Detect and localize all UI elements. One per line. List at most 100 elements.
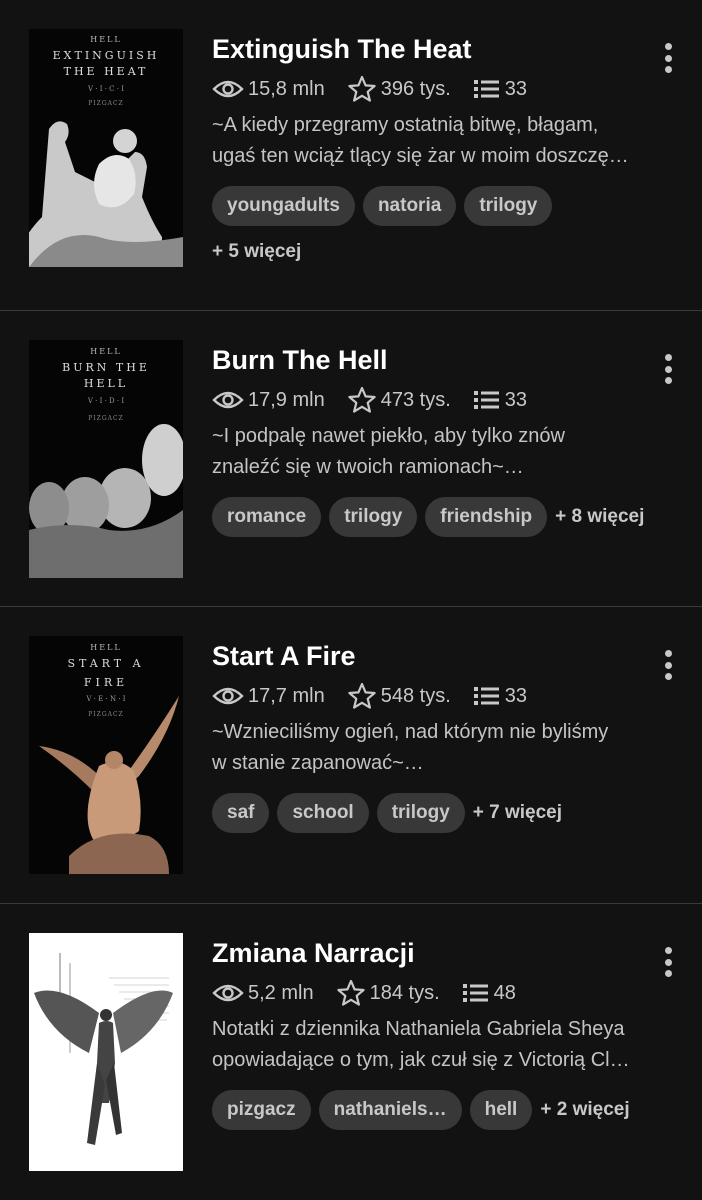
cover-title-line: FIRE	[84, 676, 128, 689]
reads-count: 15,8 mln	[248, 77, 325, 100]
story-stats: 17,9 mln 473 tys. 33	[212, 385, 674, 415]
description-line: w stanie zapanować~…	[212, 752, 424, 774]
more-tags-link[interactable]: + 8 więcej	[555, 497, 644, 537]
more-tags-link[interactable]: + 5 więcej	[212, 232, 674, 272]
story-description: ~A kiedy przegramy ostatnią bitwę, błaga…	[212, 110, 672, 172]
tag-chip[interactable]: school	[277, 793, 369, 833]
cover-letters: V · I · C · I	[87, 85, 124, 93]
story-title[interactable]: Zmiana Narracji	[212, 936, 674, 970]
reads-stat: 17,9 mln	[212, 389, 325, 412]
cover-author: PIZGACZ	[88, 100, 123, 107]
description-line: ~A kiedy przegramy ostatnią bitwę, błaga…	[212, 114, 599, 136]
cover-author: PIZGACZ	[88, 415, 123, 422]
cover-hell-text: HELL	[90, 347, 121, 356]
tag-chip[interactable]: trilogy	[464, 186, 553, 226]
reads-stat: 5,2 mln	[212, 982, 314, 1005]
cover-letters: V · I · D · I	[87, 397, 124, 405]
votes-count: 548 tys.	[380, 684, 451, 707]
story-description: ~I podpalę nawet piekło, aby tylko znów …	[212, 421, 672, 483]
book-cover[interactable]: HELL BURN THE HELL V · I · D · I PIZGACZ	[29, 340, 183, 578]
story-info: Zmiana Narracji 5,2 mln 184 tys. 48 Nota…	[212, 936, 674, 1130]
reads-count: 17,7 mln	[248, 684, 325, 707]
list-icon	[462, 984, 488, 1002]
description-line: ugaś ten wciąż tlący się żar w moim dosz…	[212, 145, 629, 167]
book-cover[interactable]: HELL START A FIRE V · E · N · I PIZGACZ	[29, 636, 183, 874]
tag-chip[interactable]: hell	[469, 1090, 533, 1130]
reads-stat: 15,8 mln	[212, 78, 325, 101]
cover-hell-text: HELL	[90, 643, 121, 652]
votes-stat: 396 tys.	[347, 75, 451, 103]
cover-title-line: BURN THE	[62, 361, 150, 374]
tag-chip[interactable]: pizgacz	[212, 1090, 311, 1130]
book-cover[interactable]: HELL EXTINGUISH THE HEAT V · I · C · I P…	[29, 29, 183, 267]
story-info: Burn The Hell 17,9 mln 473 tys. 33 ~I po…	[212, 343, 674, 537]
parts-count: 33	[504, 77, 528, 100]
votes-stat: 548 tys.	[347, 682, 451, 710]
more-options-icon[interactable]	[658, 944, 678, 980]
more-tags-link[interactable]: + 2 więcej	[540, 1090, 629, 1130]
list-icon	[473, 687, 499, 705]
description-line: opowiadające o tym, jak czuł się z Victo…	[212, 1049, 630, 1071]
parts-stat: 33	[473, 685, 527, 708]
star-icon	[336, 979, 365, 1006]
story-description: ~Wznieciliśmy ogień, nad którym nie byli…	[212, 717, 672, 779]
cover-title-line: EXTINGUISH	[53, 49, 160, 62]
more-options-icon[interactable]	[658, 40, 678, 76]
parts-stat: 48	[462, 982, 516, 1005]
story-title[interactable]: Extinguish The Heat	[212, 32, 674, 66]
story-title[interactable]: Burn The Hell	[212, 343, 674, 377]
tag-list: pizgacz nathaniels… hell + 2 więcej	[212, 1090, 674, 1130]
more-options-icon[interactable]	[658, 351, 678, 387]
star-icon	[348, 75, 376, 102]
reads-count: 17,9 mln	[248, 388, 325, 411]
parts-count: 33	[504, 388, 528, 411]
cover-title-line: THE HEAT	[64, 65, 149, 78]
story-item[interactable]: HELL START A FIRE V · E · N · I PIZGACZ …	[0, 607, 702, 903]
story-description: Notatki z dziennika Nathaniela Gabriela …	[212, 1014, 672, 1076]
tag-chip[interactable]: saf	[212, 793, 270, 833]
story-item[interactable]: Zmiana Narracji 5,2 mln 184 tys. 48 Nota…	[0, 904, 702, 1200]
more-options-icon[interactable]	[658, 647, 678, 683]
parts-stat: 33	[473, 389, 527, 412]
votes-count: 184 tys.	[369, 981, 440, 1004]
cover-hell-text: HELL	[90, 35, 121, 44]
parts-count: 33	[504, 684, 528, 707]
description-line: Notatki z dziennika Nathaniela Gabriela …	[212, 1018, 625, 1040]
cover-title-line: START A	[67, 657, 144, 670]
eye-icon	[212, 984, 244, 1002]
votes-stat: 184 tys.	[336, 979, 440, 1007]
tag-list: romance trilogy friendship + 8 więcej	[212, 497, 674, 537]
more-tags-link[interactable]: + 7 więcej	[473, 793, 562, 833]
tag-chip[interactable]: trilogy	[376, 793, 465, 833]
book-cover[interactable]	[29, 933, 183, 1171]
tag-chip[interactable]: youngadults	[212, 186, 355, 226]
story-title[interactable]: Start A Fire	[212, 639, 674, 673]
votes-count: 396 tys.	[380, 77, 451, 100]
reads-stat: 17,7 mln	[212, 685, 325, 708]
tag-chip[interactable]: nathaniels…	[318, 1090, 462, 1130]
cover-title-line: HELL	[84, 377, 128, 390]
eye-icon	[212, 687, 244, 705]
story-stats: 15,8 mln 396 tys. 33	[212, 74, 674, 104]
story-item[interactable]: HELL EXTINGUISH THE HEAT V · I · C · I P…	[0, 0, 702, 310]
cover-letters: V · E · N · I	[85, 695, 125, 703]
story-item[interactable]: HELL BURN THE HELL V · I · D · I PIZGACZ…	[0, 311, 702, 606]
reads-count: 5,2 mln	[248, 981, 314, 1004]
description-line: znaleźć się w twoich ramionach~…	[212, 456, 524, 478]
story-list: HELL EXTINGUISH THE HEAT V · I · C · I P…	[0, 0, 702, 1200]
parts-count: 48	[493, 981, 516, 1004]
cover-author: PIZGACZ	[88, 711, 123, 718]
story-stats: 17,7 mln 548 tys. 33	[212, 681, 674, 711]
tag-chip[interactable]: friendship	[425, 497, 548, 537]
votes-count: 473 tys.	[380, 388, 451, 411]
tag-list: saf school trilogy + 7 więcej	[212, 793, 674, 833]
tag-chip[interactable]: trilogy	[329, 497, 418, 537]
eye-icon	[212, 391, 244, 409]
story-info: Extinguish The Heat 15,8 mln 396 tys. 33…	[212, 32, 674, 272]
tag-chip[interactable]: romance	[212, 497, 322, 537]
star-icon	[348, 682, 376, 709]
tag-chip[interactable]: natoria	[362, 186, 457, 226]
list-icon	[473, 391, 499, 409]
description-line: ~Wznieciliśmy ogień, nad którym nie byli…	[212, 721, 609, 743]
votes-stat: 473 tys.	[347, 386, 451, 414]
